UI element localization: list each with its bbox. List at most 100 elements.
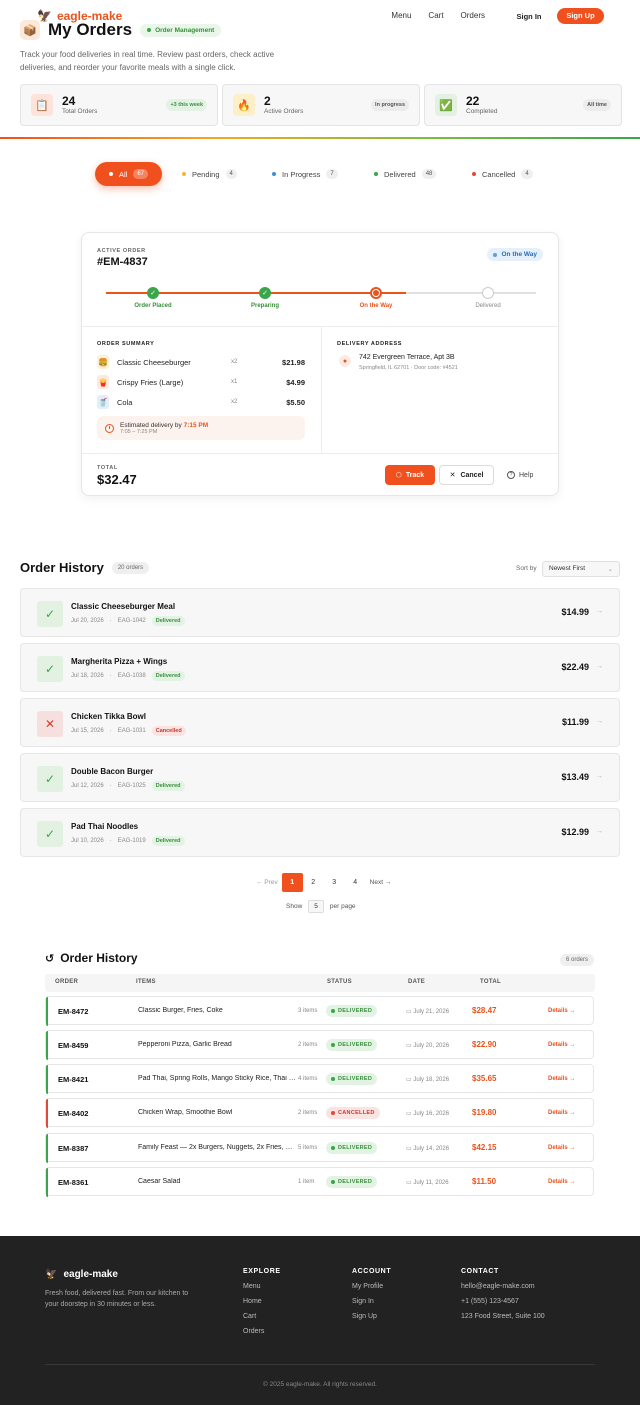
stat-completed: ✅ 22 Completed All time (424, 84, 622, 126)
order-code: EAG-1031 (117, 728, 146, 734)
item-price: $4.99 (286, 377, 305, 387)
prev-page-button[interactable]: ← Prev (252, 873, 282, 892)
status-badge: DELIVERED (326, 1039, 378, 1051)
column-header: STATUS (327, 979, 352, 985)
nav-link-orders[interactable]: Orders (461, 11, 485, 20)
row-date: ▭ July 21, 2026 (406, 1008, 449, 1015)
sign-in-button[interactable]: Sign In (507, 10, 551, 23)
status-badge: CANCELLED (326, 1107, 380, 1119)
history-card[interactable]: ✓ Classic Cheeseburger Meal Jul 20, 2026… (20, 588, 620, 637)
details-link[interactable]: Details → (548, 1179, 575, 1185)
table-row[interactable]: EM-8387 Family Feast — 2x Burgers, Nugge… (45, 1133, 594, 1163)
per-page-select[interactable]: 5 (308, 900, 324, 913)
estimated-delivery: Estimated delivery by 7:15 PM 7:05 – 7:2… (97, 416, 305, 440)
status-dot (331, 1146, 335, 1150)
table-row[interactable]: EM-8459 Pepperoni Pizza, Garlic Bread 2 … (45, 1030, 594, 1060)
row-date: ▭ July 11, 2026 (406, 1179, 449, 1186)
divider-gradient (0, 137, 640, 139)
footer-column-contact: CONTACT hello@eagle-make.com +1 (555) 12… (461, 1268, 545, 1328)
page-button-1[interactable]: 1 (281, 873, 303, 892)
details-link[interactable]: Details → (548, 1110, 575, 1116)
footer-phone[interactable]: +1 (555) 123-4567 (461, 1298, 545, 1305)
order-amount: $14.99 (561, 607, 589, 617)
status-label: DELIVERED (338, 1042, 373, 1048)
eta-window: 7:05 – 7:25 PM (120, 428, 158, 435)
table-row[interactable]: EM-8421 Pad Thai, Spring Rolls, Mango St… (45, 1064, 594, 1094)
footer-link[interactable]: Cart (243, 1313, 281, 1320)
nav-link-menu[interactable]: Menu (391, 11, 411, 20)
tab-in-progress[interactable]: In Progress 7 (272, 162, 338, 186)
item-name: Crispy Fries (Large) (117, 377, 184, 387)
table-row[interactable]: EM-8361 Caesar Salad 1 item DELIVERED ▭ … (45, 1167, 594, 1197)
tab-pending[interactable]: Pending 4 (182, 162, 237, 186)
date-label: July 18, 2026 (413, 1077, 450, 1083)
eta-prefix: Estimated delivery by (120, 421, 182, 429)
tab-cancelled[interactable]: Cancelled 4 (472, 162, 533, 186)
list-item: 🍔 Classic Cheeseburger x2 $21.98 (97, 352, 305, 372)
history-title: Order History (20, 560, 104, 575)
tab-label: Cancelled (482, 169, 516, 179)
row-item-count: 2 items (298, 1042, 318, 1048)
track-label: Track (405, 471, 425, 479)
help-button[interactable]: ? Help (507, 465, 533, 485)
tab-count: 67 (133, 169, 149, 179)
nav-link-cart[interactable]: Cart (428, 11, 443, 20)
table-row[interactable]: EM-8402 Chicken Wrap, Smoothie Bowl 2 it… (45, 1098, 594, 1128)
footer-link[interactable]: Sign In (352, 1298, 391, 1305)
footer-link[interactable]: My Profile (352, 1283, 391, 1290)
details-link[interactable]: Details → (548, 1042, 575, 1048)
status-badge: DELIVERED (326, 1176, 378, 1188)
row-items: Family Feast — 2x Burgers, Nuggets, 2x F… (138, 1144, 296, 1151)
step-current-icon (370, 287, 382, 299)
order-name: Pad Thai Noodles (71, 822, 139, 831)
row-total: $35.65 (472, 1074, 497, 1083)
footer-link[interactable]: Menu (243, 1283, 281, 1290)
order-name: Chicken Tikka Bowl (71, 712, 146, 721)
tab-all[interactable]: All 67 (95, 162, 163, 186)
footer-link[interactable]: Orders (243, 1328, 281, 1335)
tab-delivered[interactable]: Delivered 48 (374, 162, 437, 186)
table-row[interactable]: EM-8472 Classic Burger, Fries, Coke 3 it… (45, 996, 594, 1026)
row-items: Chicken Wrap, Smoothie Bowl (138, 1109, 233, 1116)
item-name: Classic Cheeseburger (117, 357, 191, 367)
history-card[interactable]: ✓ Margherita Pizza + Wings Jul 18, 2026 ·… (20, 643, 620, 692)
history-card[interactable]: ✓ Pad Thai Noodles Jul 10, 2026 · EAG-1019… (20, 808, 620, 857)
page-button-3[interactable]: 3 (324, 873, 345, 892)
history-card[interactable]: ✕ Chicken Tikka Bowl Jul 15, 2026 · EAG-10… (20, 698, 620, 747)
footer-link[interactable]: Sign Up (352, 1313, 391, 1320)
step-complete-icon: ✓ (259, 287, 271, 299)
order-code: EAG-1025 (117, 783, 146, 789)
details-link[interactable]: Details → (548, 1008, 575, 1014)
calendar-icon: ▭ (406, 1043, 412, 1049)
footer-address: 123 Food Street, Suite 100 (461, 1313, 545, 1320)
tab-label: Pending (192, 169, 220, 179)
tab-label: All (119, 169, 128, 179)
order-amount: $12.99 (561, 827, 589, 837)
eagle-icon: 🦅 (45, 1269, 58, 1280)
order-code: EAG-1019 (117, 838, 146, 844)
footer-brand[interactable]: 🦅 eagle-make (45, 1269, 118, 1280)
sort-value: Newest First (549, 565, 586, 572)
details-link[interactable]: Details → (548, 1145, 575, 1151)
sort-select[interactable]: Newest First ⌄ (542, 561, 620, 577)
row-date: ▭ July 14, 2026 (406, 1145, 449, 1152)
fries-icon: 🍟 (97, 375, 109, 389)
stat-label: Completed (466, 108, 498, 115)
next-page-button[interactable]: Next → (366, 873, 396, 892)
history-card[interactable]: ✓ Double Bacon Burger Jul 12, 2026 · EAG-1… (20, 753, 620, 802)
page-button-4[interactable]: 4 (345, 873, 366, 892)
per-page-control: Show 5 per page (286, 900, 356, 913)
details-link[interactable]: Details → (548, 1076, 575, 1082)
page-tag: Order Management (140, 23, 222, 37)
status-label: On the Way (501, 251, 537, 258)
track-button[interactable]: ⬡ Track (385, 465, 435, 485)
row-date: ▭ July 18, 2026 (406, 1076, 449, 1083)
step-label: Delivered (475, 303, 501, 309)
sign-up-button[interactable]: Sign Up (557, 8, 604, 24)
cancel-button[interactable]: ✕ Cancel (439, 465, 494, 485)
table-title: Order History (60, 951, 138, 965)
page-button-2[interactable]: 2 (303, 873, 324, 892)
order-meta: Jul 20, 2026 · EAG-1042 Delivered (71, 616, 185, 626)
footer-email[interactable]: hello@eagle-make.com (461, 1283, 545, 1290)
footer-link[interactable]: Home (243, 1298, 281, 1305)
